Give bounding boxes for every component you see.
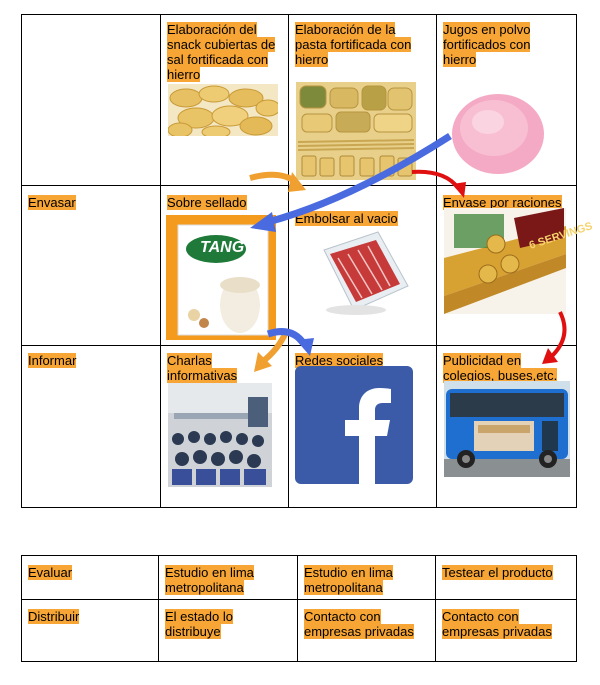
cell-estudio-1: Estudio en lima metropolitana bbox=[165, 565, 254, 595]
table-border bbox=[158, 555, 159, 662]
table-border bbox=[21, 555, 577, 556]
table-border bbox=[297, 555, 298, 662]
cell-testear: Testear el producto bbox=[442, 565, 553, 580]
cell-contacto-2: Contacto con empresas privadas bbox=[442, 609, 552, 639]
arrow-blue-mid-head bbox=[296, 338, 314, 356]
cell-estudio-2: Estudio en lima metropolitana bbox=[304, 565, 393, 595]
table-border bbox=[435, 555, 436, 662]
table-border bbox=[576, 555, 577, 662]
arrow-orange-top-head bbox=[288, 172, 306, 192]
row-label-distribuir: Distribuir bbox=[28, 609, 80, 624]
table-border bbox=[21, 599, 577, 600]
cell-contacto-1: Contacto con empresas privadas bbox=[304, 609, 414, 639]
table-border bbox=[21, 661, 577, 662]
flow-arrows bbox=[249, 133, 567, 372]
table-border bbox=[21, 555, 22, 662]
arrow-orange-top bbox=[249, 171, 298, 185]
arrow-red-mid bbox=[550, 311, 567, 358]
arrow-blue-top-head bbox=[250, 212, 276, 232]
arrow-red-top bbox=[411, 169, 460, 190]
cell-estado: El estado lo distribuye bbox=[165, 609, 233, 639]
arrow-orange-mid bbox=[260, 330, 289, 365]
arrow-red-top-head bbox=[452, 182, 466, 198]
row-label-evaluar: Evaluar bbox=[28, 565, 73, 580]
